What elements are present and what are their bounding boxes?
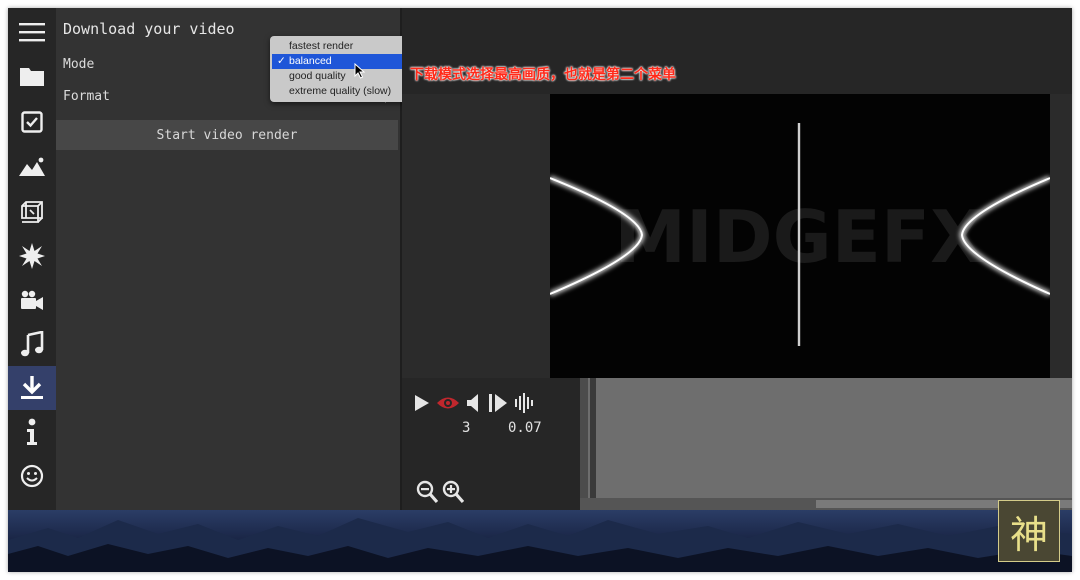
- step-forward-icon[interactable]: [488, 393, 508, 413]
- video-preview: MIDGEFX: [550, 94, 1050, 378]
- play-icon[interactable]: [414, 394, 430, 412]
- timeline-track: [580, 378, 588, 498]
- download-panel: Download your video Mode ▲▼ Format ▲▼ St…: [56, 8, 432, 510]
- format-label: Format: [63, 89, 110, 104]
- frame-counter: 3: [462, 420, 471, 436]
- checkbox-icon[interactable]: [8, 100, 56, 144]
- music-icon[interactable]: [8, 322, 56, 366]
- sidebar: [8, 8, 56, 510]
- waveform-icon[interactable]: [514, 392, 536, 414]
- seal-logo: 神: [998, 500, 1060, 562]
- playback-controls: [402, 378, 580, 510]
- mouse-cursor-icon: [354, 63, 366, 79]
- app-window: Download your video Mode ▲▼ Format ▲▼ St…: [8, 8, 1072, 572]
- time-readout: 0.07: [508, 420, 542, 436]
- download-icon[interactable]: [8, 366, 56, 410]
- cube-icon[interactable]: [8, 190, 56, 234]
- info-icon[interactable]: [8, 410, 56, 454]
- viewer-padding-left: [402, 94, 550, 378]
- mode-label: Mode: [63, 57, 95, 72]
- annotation-text: 下载模式选择最高画质，也就是第二个菜单: [410, 67, 676, 83]
- panel-title: Download your video: [63, 20, 235, 38]
- landscape-image: [8, 518, 1072, 572]
- camera-icon[interactable]: [8, 278, 56, 322]
- seal-text: 神: [1009, 512, 1048, 557]
- volume-icon[interactable]: [466, 393, 482, 413]
- smiley-icon[interactable]: [8, 454, 56, 498]
- image-icon[interactable]: [8, 145, 56, 189]
- eye-icon[interactable]: [436, 394, 460, 412]
- menu-option-label: balanced: [289, 55, 332, 67]
- folder-icon[interactable]: [8, 54, 56, 98]
- menu-icon[interactable]: [8, 10, 56, 54]
- video-frame: MIDGEFX: [550, 123, 1050, 346]
- zoom-in-icon[interactable]: [442, 480, 464, 504]
- checkmark-icon: ✓: [277, 55, 286, 67]
- timeline-playhead[interactable]: [590, 378, 596, 498]
- timeline[interactable]: [580, 378, 1072, 510]
- desktop-background: [8, 510, 1072, 572]
- start-render-button[interactable]: Start video render: [56, 120, 398, 150]
- zoom-out-icon[interactable]: [416, 480, 438, 504]
- viewer-padding-right: [1050, 94, 1072, 378]
- burst-icon[interactable]: [8, 234, 56, 278]
